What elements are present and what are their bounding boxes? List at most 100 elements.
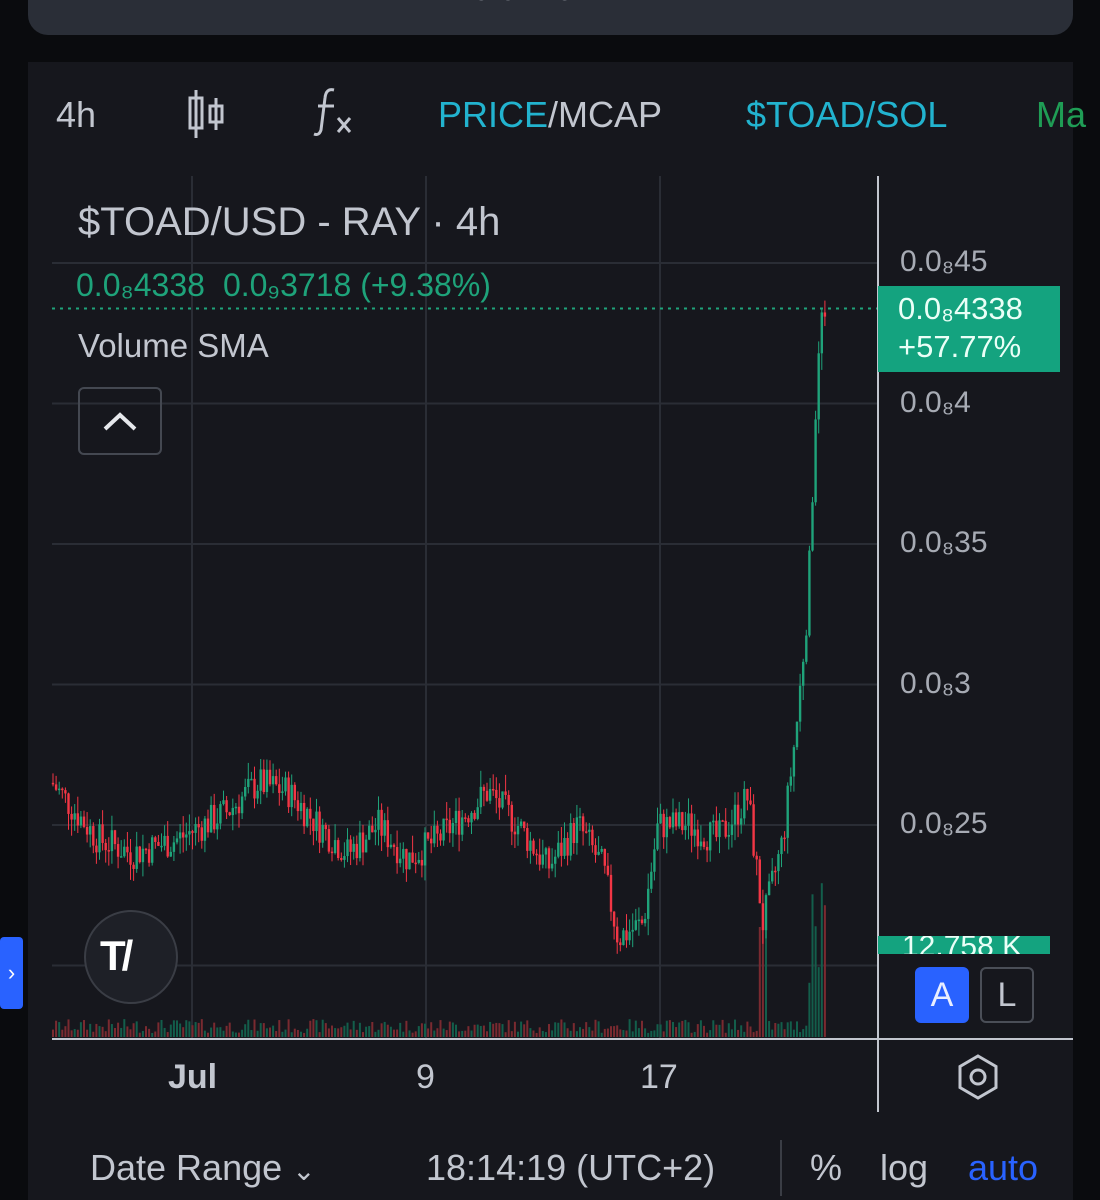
- candle-body: [774, 870, 777, 873]
- candle-body: [259, 769, 262, 791]
- volume-bar: [687, 1022, 690, 1037]
- volume-bar: [141, 1030, 144, 1037]
- chevron-up-icon: [103, 412, 137, 431]
- chart-settings-icon[interactable]: [953, 1052, 1003, 1102]
- volume-bar: [464, 1030, 467, 1037]
- candle-body: [547, 848, 551, 869]
- candle-body: [135, 846, 138, 869]
- candle-body: [727, 834, 730, 837]
- log-scale-button[interactable]: L: [980, 967, 1034, 1023]
- volume-bar: [510, 1031, 513, 1037]
- volume-bar: [774, 1023, 777, 1037]
- candle-body: [123, 846, 126, 857]
- drawing-toolbar-handle[interactable]: ›: [0, 937, 23, 1009]
- candle-body: [656, 823, 659, 850]
- price-axis-label: 0.0₈3: [900, 666, 971, 700]
- candle-body: [749, 800, 752, 805]
- candle-body: [284, 777, 287, 792]
- candle-body: [802, 661, 805, 686]
- candle-body: [247, 778, 250, 788]
- volume-bar: [315, 1020, 318, 1037]
- candle-body: [634, 920, 637, 930]
- candle-body: [240, 796, 244, 814]
- chart-panel: 4h PRICE/MCAP $TOAD/SOL Ma $TOAD/USD - R…: [28, 62, 1086, 1200]
- candle-body: [470, 812, 473, 823]
- auto-scale-toggle[interactable]: auto: [968, 1147, 1038, 1189]
- candle-body: [606, 865, 610, 875]
- volume-bar: [668, 1020, 671, 1037]
- candle-body: [321, 825, 324, 843]
- volume-bar: [151, 1032, 154, 1037]
- more-info-bar[interactable]: More info ⌄: [28, 0, 1073, 35]
- volume-bar: [281, 1031, 284, 1037]
- volume-bar: [507, 1020, 510, 1037]
- volume-bar: [321, 1019, 324, 1037]
- volume-bar: [662, 1031, 665, 1037]
- candle-body: [250, 778, 253, 781]
- clock-time[interactable]: 18:14:19 (UTC+2): [426, 1147, 715, 1189]
- candle-body: [789, 776, 792, 786]
- candle-body: [169, 851, 172, 857]
- log-scale-toggle[interactable]: log: [880, 1147, 928, 1189]
- volume-bar: [250, 1030, 253, 1037]
- candle-body: [513, 831, 517, 835]
- volume-bar: [709, 1030, 712, 1037]
- volume-bar: [169, 1024, 172, 1037]
- candle-body: [61, 788, 64, 791]
- volume-value-tag: 12.758 K: [878, 936, 1050, 954]
- candle-body: [126, 846, 129, 853]
- candle-body: [389, 844, 393, 848]
- candle-body: [783, 837, 786, 840]
- candle-body: [761, 903, 765, 931]
- volume-bar: [616, 1025, 619, 1037]
- candle-body: [154, 837, 157, 842]
- candle-body: [622, 930, 625, 946]
- candle-body: [172, 842, 176, 852]
- candle-body: [650, 871, 653, 889]
- collapse-legend-button[interactable]: [78, 387, 162, 455]
- volume-bar: [117, 1022, 120, 1037]
- candle-body: [315, 811, 318, 832]
- volume-bar: [176, 1020, 178, 1037]
- volume-bar: [780, 1022, 783, 1037]
- candle-body: [581, 816, 585, 832]
- volume-bar: [445, 1030, 448, 1037]
- candle-body: [637, 919, 641, 922]
- volume-bar: [70, 1030, 73, 1037]
- volume-bar: [482, 1025, 485, 1037]
- volume-bar: [52, 1029, 54, 1037]
- candle-body: [795, 721, 799, 748]
- candle-body: [740, 818, 743, 825]
- candle-body: [712, 820, 715, 823]
- volume-bar: [566, 1028, 569, 1037]
- candle-body: [792, 747, 796, 777]
- volume-bar: [690, 1032, 693, 1037]
- volume-bar: [693, 1031, 696, 1037]
- volume-bar: [439, 1020, 442, 1037]
- candle-body: [144, 848, 148, 851]
- volume-bar: [579, 1027, 581, 1037]
- volume-bar: [76, 1029, 79, 1037]
- volume-bar: [606, 1028, 609, 1037]
- volume-bar: [433, 1030, 436, 1037]
- percent-scale-toggle[interactable]: %: [810, 1147, 842, 1189]
- volume-bar: [501, 1024, 504, 1037]
- candle-body: [141, 848, 145, 863]
- candle-body: [182, 832, 185, 838]
- price-axis-label: 0.0₈45: [900, 245, 988, 278]
- candle-body: [752, 804, 755, 856]
- volume-bar: [86, 1029, 89, 1037]
- date-range-button[interactable]: Date Range ⌄: [90, 1147, 316, 1189]
- volume-bar: [340, 1027, 343, 1037]
- volume-bar: [408, 1030, 411, 1037]
- volume-bar: [216, 1027, 219, 1037]
- candle-body: [104, 842, 107, 851]
- volume-bar: [544, 1032, 547, 1037]
- candle-body: [175, 838, 179, 843]
- candle-body: [476, 807, 479, 819]
- candle-body: [597, 851, 600, 855]
- volume-bar: [699, 1020, 702, 1037]
- auto-scale-button[interactable]: A: [915, 967, 969, 1023]
- candle-body: [151, 837, 154, 863]
- volume-bar: [191, 1025, 194, 1037]
